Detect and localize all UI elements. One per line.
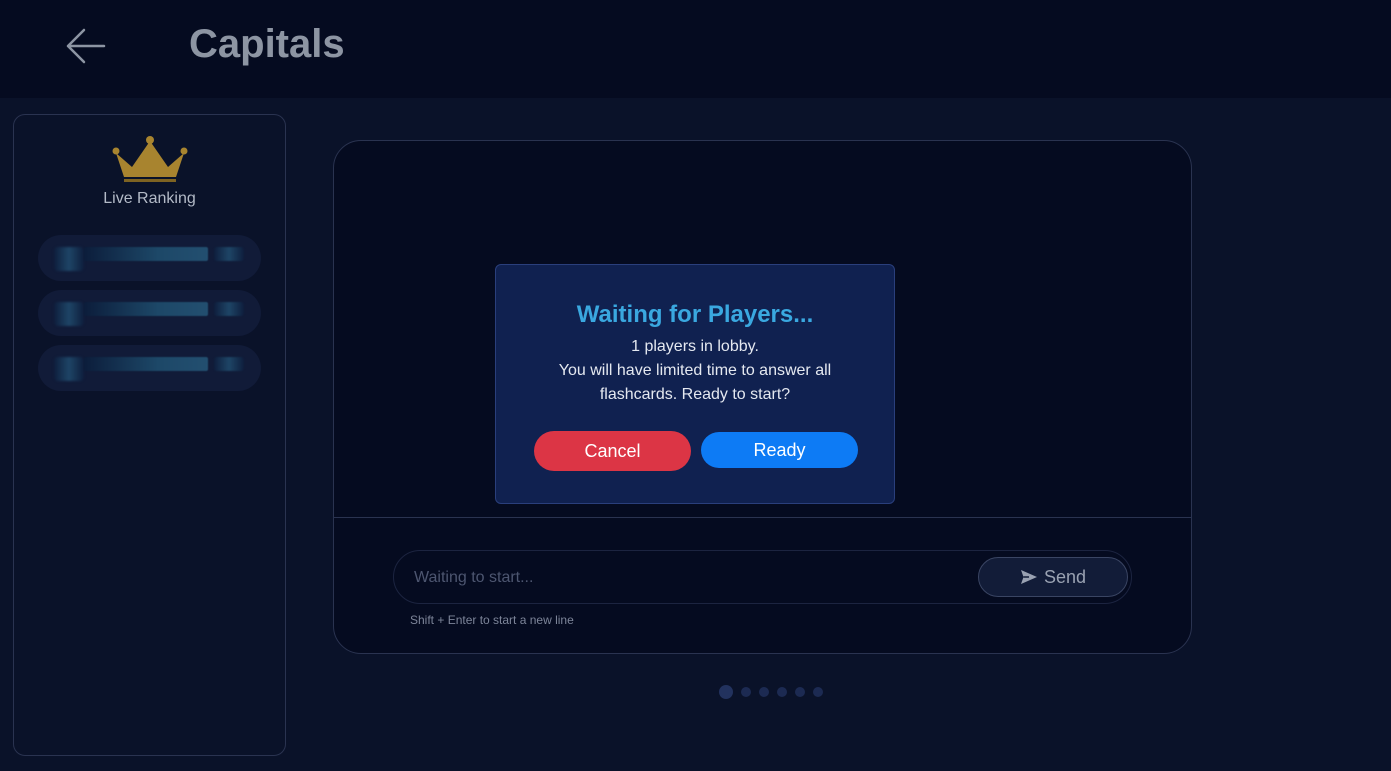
chat-divider	[334, 517, 1191, 518]
page-title: Capitals	[189, 22, 345, 66]
pagination-dots	[719, 685, 823, 699]
skeleton-avatar	[54, 302, 84, 326]
lobby-count-text: 1 players in lobby.	[631, 338, 759, 355]
skeleton-name	[84, 302, 208, 316]
modal-instructions: You will have limited time to answer all…	[558, 362, 832, 403]
pagination-dot[interactable]	[719, 685, 733, 699]
skeleton-score	[214, 247, 244, 261]
message-input[interactable]	[414, 565, 954, 591]
skeleton-name	[84, 247, 208, 261]
modal-body: 1 players in lobby. You will have limite…	[526, 335, 864, 407]
ranking-skeleton-row	[38, 235, 261, 281]
skeleton-avatar	[54, 357, 84, 381]
ready-button[interactable]: Ready	[701, 432, 858, 468]
send-button[interactable]: Send	[978, 557, 1128, 597]
cancel-button[interactable]: Cancel	[534, 431, 691, 471]
send-icon	[1020, 570, 1037, 584]
skeleton-score	[214, 357, 244, 371]
waiting-modal: Waiting for Players... 1 players in lobb…	[495, 264, 895, 504]
pagination-dot[interactable]	[813, 687, 823, 697]
back-button[interactable]	[60, 26, 110, 66]
pagination-dot[interactable]	[741, 687, 751, 697]
skeleton-avatar	[54, 247, 84, 271]
ranking-skeleton-row	[38, 345, 261, 391]
live-ranking-panel: Live Ranking	[13, 114, 286, 756]
pagination-dot[interactable]	[795, 687, 805, 697]
message-input-row: Send	[393, 550, 1132, 604]
live-ranking-label: Live Ranking	[103, 190, 196, 207]
pagination-dot[interactable]	[777, 687, 787, 697]
pagination-dot[interactable]	[759, 687, 769, 697]
crown-icon	[112, 136, 188, 182]
skeleton-score	[214, 302, 244, 316]
top-bar: Capitals	[0, 0, 1391, 98]
newline-hint: Shift + Enter to start a new line	[410, 613, 574, 627]
skeleton-name	[84, 357, 208, 371]
send-label: Send	[1043, 566, 1087, 587]
ranking-skeleton-row	[38, 290, 261, 336]
arrow-left-icon	[66, 28, 106, 64]
modal-title: Waiting for Players...	[576, 301, 814, 328]
